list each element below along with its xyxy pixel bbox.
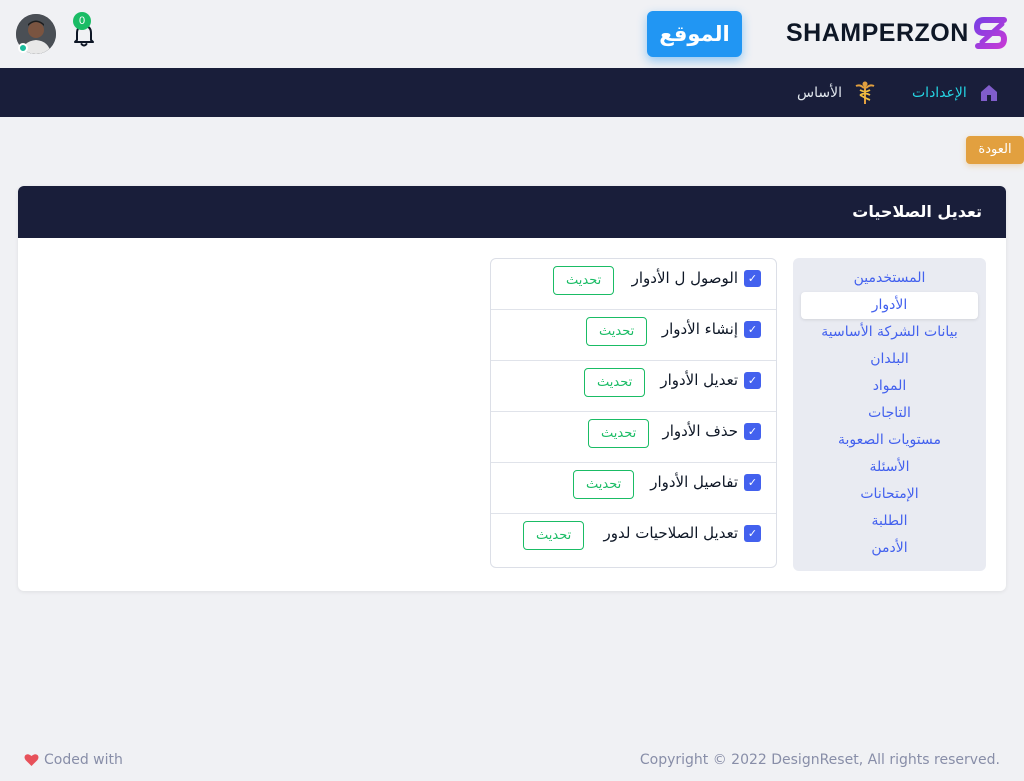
permission-checkbox[interactable]: ✓ — [744, 321, 761, 338]
permission-checkbox[interactable]: ✓ — [744, 525, 761, 542]
nav-settings-label: الإعدادات — [912, 84, 967, 101]
permission-row: ✓ تعديل الأدوار تحديث — [491, 361, 776, 412]
side-item-roles[interactable]: الأدوار — [801, 292, 978, 319]
nav-item-settings[interactable]: الإعدادات — [912, 68, 999, 117]
nav-item-base[interactable]: الأساس — [797, 68, 876, 117]
permission-label: الوصول ل الأدوار — [631, 269, 738, 287]
footer-copyright: Copyright © 2022 DesignReset, All rights… — [639, 752, 1000, 768]
permission-row: ✓ إنشاء الأدوار تحديث — [491, 310, 776, 361]
side-item-tags[interactable]: التاجات — [801, 400, 978, 427]
permission-label: تفاصيل الأدوار — [650, 473, 738, 491]
coded-with-text: Coded with — [44, 752, 123, 768]
card-title: تعديل الصلاحيات — [852, 202, 982, 221]
side-item-difficulty-levels[interactable]: مستويات الصعوبة — [801, 427, 978, 454]
permission-checkbox[interactable]: ✓ — [744, 474, 761, 491]
update-button[interactable]: تحديث — [553, 266, 615, 295]
permissions-card: تعديل الصلاحيات المستخدمين الأدوار بيانا… — [18, 186, 1006, 591]
side-item-countries[interactable]: البلدان — [801, 346, 978, 373]
permission-row: ✓ الوصول ل الأدوار تحديث — [491, 259, 776, 310]
permission-label: حذف الأدوار — [662, 422, 738, 440]
permission-label: تعديل الأدوار — [660, 371, 738, 389]
side-item-company-data[interactable]: بيانات الشركة الأساسية — [801, 319, 978, 346]
online-status-dot — [18, 43, 28, 53]
update-button[interactable]: تحديث — [523, 521, 585, 550]
brand-name[interactable]: SHAMPERZON — [786, 19, 969, 48]
heart-icon — [24, 754, 39, 766]
permission-row: ✓ حذف الأدوار تحديث — [491, 412, 776, 463]
side-item-users[interactable]: المستخدمين — [801, 265, 978, 292]
caduceus-icon — [855, 81, 875, 104]
side-item-admins[interactable]: الأدمن — [801, 535, 978, 562]
settings-side-list: المستخدمين الأدوار بيانات الشركة الأساسي… — [793, 258, 986, 571]
update-button[interactable]: تحديث — [586, 317, 648, 346]
logo-s-icon[interactable] — [974, 16, 1010, 52]
card-header: تعديل الصلاحيات — [18, 186, 1006, 238]
permission-checkbox[interactable]: ✓ — [744, 270, 761, 287]
side-item-exams[interactable]: الإمتحانات — [801, 481, 978, 508]
permission-checkbox[interactable]: ✓ — [744, 372, 761, 389]
permission-row: ✓ تفاصيل الأدوار تحديث — [491, 463, 776, 514]
permission-label: إنشاء الأدوار — [661, 320, 738, 338]
site-button[interactable]: الموقع — [647, 11, 742, 57]
notification-badge: 0 — [73, 12, 91, 30]
footer-coded-with: Coded with — [24, 752, 123, 768]
main-navbar: الإعدادات الأساس — [0, 68, 1024, 117]
permissions-panel: ✓ الوصول ل الأدوار تحديث ✓ إنشاء الأدوار… — [490, 258, 777, 568]
back-button[interactable]: العودة — [966, 136, 1024, 164]
permission-checkbox[interactable]: ✓ — [744, 423, 761, 440]
side-item-subjects[interactable]: المواد — [801, 373, 978, 400]
top-header: SHAMPERZON الموقع 0 — [0, 0, 1024, 68]
permission-label: تعديل الصلاحيات لدور — [603, 524, 738, 542]
update-button[interactable]: تحديث — [584, 368, 646, 397]
nav-base-label: الأساس — [797, 84, 842, 101]
update-button[interactable]: تحديث — [588, 419, 650, 448]
home-icon — [980, 84, 997, 101]
side-item-questions[interactable]: الأسئلة — [801, 454, 978, 481]
side-item-students[interactable]: الطلبة — [801, 508, 978, 535]
update-button[interactable]: تحديث — [573, 470, 635, 499]
permission-row: ✓ تعديل الصلاحيات لدور تحديث — [491, 514, 776, 565]
